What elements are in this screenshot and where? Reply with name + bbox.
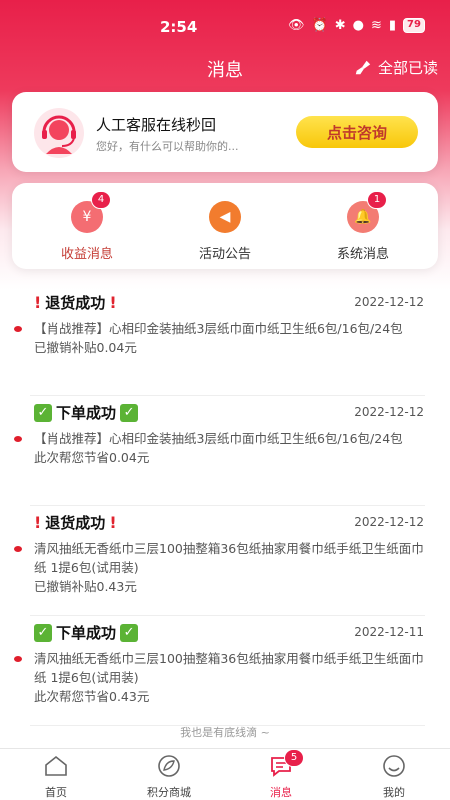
message-title: ! 退货成功 !: [34, 512, 117, 533]
tab-points-mall[interactable]: 积分商城: [124, 755, 214, 800]
message-note: 已撤销补贴0.04元: [34, 340, 137, 355]
tab-label: 积分商城: [147, 786, 191, 799]
status-bar: 2:54 👁 ⏰ ✱ ● ≋ ▮ 79: [0, 14, 450, 40]
unread-dot: [14, 326, 22, 332]
tab-messages[interactable]: 5 消息: [236, 749, 326, 800]
message-item[interactable]: ✓ 下单成功 ✓ 2022-12-11 清风抽纸无香纸巾三层100抽整箱36包纸…: [0, 616, 450, 726]
unread-dot: [14, 656, 22, 662]
broom-icon: [355, 60, 371, 74]
category-label: 收益消息: [60, 247, 113, 262]
message-text: 清风抽纸无香纸巾三层100抽整箱36包纸抽家用餐巾纸手纸卫生纸面巾纸 1提6包(…: [34, 541, 424, 575]
consult-button[interactable]: 点击咨询: [296, 116, 418, 148]
message-text: 【肖战推荐】心相印金装抽纸3层纸巾面巾纸卫生纸6包/16包/24包: [34, 431, 403, 446]
service-title: 人工客服在线秒回: [96, 116, 217, 134]
message-date: 2022-12-12: [354, 405, 424, 419]
leaf-icon: [158, 755, 180, 777]
tab-mine[interactable]: 我的: [349, 755, 439, 800]
message-title-text: 退货成功: [45, 514, 106, 532]
exclamation-icon: !: [109, 293, 117, 312]
status-icons: 👁 ⏰ ✱ ● ≋ ▮ 79: [288, 18, 425, 33]
tab-label: 首页: [45, 786, 67, 799]
tab-label: 消息: [270, 786, 292, 799]
bottom-tab-bar: 首页 积分商城 5 消息 我的: [0, 748, 450, 800]
message-item[interactable]: ! 退货成功 ! 2022-12-12 清风抽纸无香纸巾三层100抽整箱36包纸…: [0, 506, 450, 616]
message-body: 【肖战推荐】心相印金装抽纸3层纸巾面巾纸卫生纸6包/16包/24包 已撤销补贴0…: [34, 319, 426, 357]
category-system[interactable]: 🔔 1 系统消息: [308, 191, 418, 262]
location-icon: ●: [352, 18, 364, 33]
megaphone-icon: ◀: [209, 201, 241, 233]
message-body: 清风抽纸无香纸巾三层100抽整箱36包纸抽家用餐巾纸手纸卫生纸面巾纸 1提6包(…: [34, 649, 426, 706]
customer-service-icon: [34, 108, 84, 158]
message-categories: ¥ 4 收益消息 ◀ 活动公告 🔔 1 系统消息: [12, 183, 438, 269]
check-icon: ✓: [120, 623, 139, 642]
message-body: 清风抽纸无香纸巾三层100抽整箱36包纸抽家用餐巾纸手纸卫生纸面巾纸 1提6包(…: [34, 539, 426, 596]
message-note: 此次帮您节省0.04元: [34, 450, 150, 465]
wifi-icon: ≋: [370, 18, 382, 33]
category-label: 活动公告: [198, 247, 251, 262]
category-earnings[interactable]: ¥ 4 收益消息: [32, 191, 142, 262]
tab-label: 我的: [383, 786, 405, 799]
message-list: ! 退货成功 ! 2022-12-12 【肖战推荐】心相印金装抽纸3层纸巾面巾纸…: [0, 286, 450, 726]
category-activity[interactable]: ◀ 活动公告: [170, 197, 280, 262]
message-title: ! 退货成功 !: [34, 292, 117, 313]
home-icon: [45, 755, 67, 776]
eye-icon: 👁: [288, 18, 305, 33]
exclamation-icon: !: [34, 293, 42, 312]
customer-service-card: 人工客服在线秒回 您好，有什么可以帮助你的... 点击咨询: [12, 92, 438, 172]
mark-all-read-button[interactable]: 全部已读: [354, 57, 438, 78]
message-title: ✓ 下单成功 ✓: [34, 622, 139, 643]
tab-home[interactable]: 首页: [11, 755, 101, 800]
signal-icon: ▮: [388, 18, 397, 33]
exclamation-icon: !: [34, 513, 42, 532]
message-note: 此次帮您节省0.43元: [34, 689, 150, 704]
battery-icon: 79: [403, 18, 425, 33]
message-title-text: 下单成功: [56, 624, 117, 642]
end-of-list-note: 我也是有底线滴 ~: [180, 726, 270, 739]
service-subtitle: 您好，有什么可以帮助你的...: [96, 140, 239, 153]
bluetooth-icon: ✱: [334, 18, 346, 33]
messages-badge: 5: [284, 749, 304, 767]
smile-icon: [383, 755, 405, 777]
check-icon: ✓: [34, 623, 52, 642]
message-text: 清风抽纸无香纸巾三层100抽整箱36包纸抽家用餐巾纸手纸卫生纸面巾纸 1提6包(…: [34, 651, 424, 685]
message-date: 2022-12-12: [354, 515, 424, 529]
unread-dot: [14, 546, 22, 552]
mark-all-read-label: 全部已读: [377, 59, 438, 77]
system-badge: 1: [367, 191, 387, 209]
message-title-text: 退货成功: [45, 294, 106, 312]
check-icon: ✓: [120, 403, 139, 422]
alarm-icon: ⏰: [311, 18, 328, 33]
message-date: 2022-12-12: [354, 295, 424, 309]
message-date: 2022-12-11: [354, 625, 424, 639]
message-note: 已撤销补贴0.43元: [34, 579, 137, 594]
message-title: ✓ 下单成功 ✓: [34, 402, 139, 423]
earnings-badge: 4: [91, 191, 111, 209]
message-item[interactable]: ✓ 下单成功 ✓ 2022-12-12 【肖战推荐】心相印金装抽纸3层纸巾面巾纸…: [0, 396, 450, 506]
exclamation-icon: !: [109, 513, 117, 532]
status-time: 2:54: [160, 18, 198, 36]
message-text: 【肖战推荐】心相印金装抽纸3层纸巾面巾纸卫生纸6包/16包/24包: [34, 321, 403, 336]
unread-dot: [14, 436, 22, 442]
message-body: 【肖战推荐】心相印金装抽纸3层纸巾面巾纸卫生纸6包/16包/24包 此次帮您节省…: [34, 429, 426, 467]
message-item[interactable]: ! 退货成功 ! 2022-12-12 【肖战推荐】心相印金装抽纸3层纸巾面巾纸…: [0, 286, 450, 396]
category-label: 系统消息: [336, 247, 389, 262]
message-title-text: 下单成功: [56, 404, 117, 422]
check-icon: ✓: [34, 403, 52, 422]
